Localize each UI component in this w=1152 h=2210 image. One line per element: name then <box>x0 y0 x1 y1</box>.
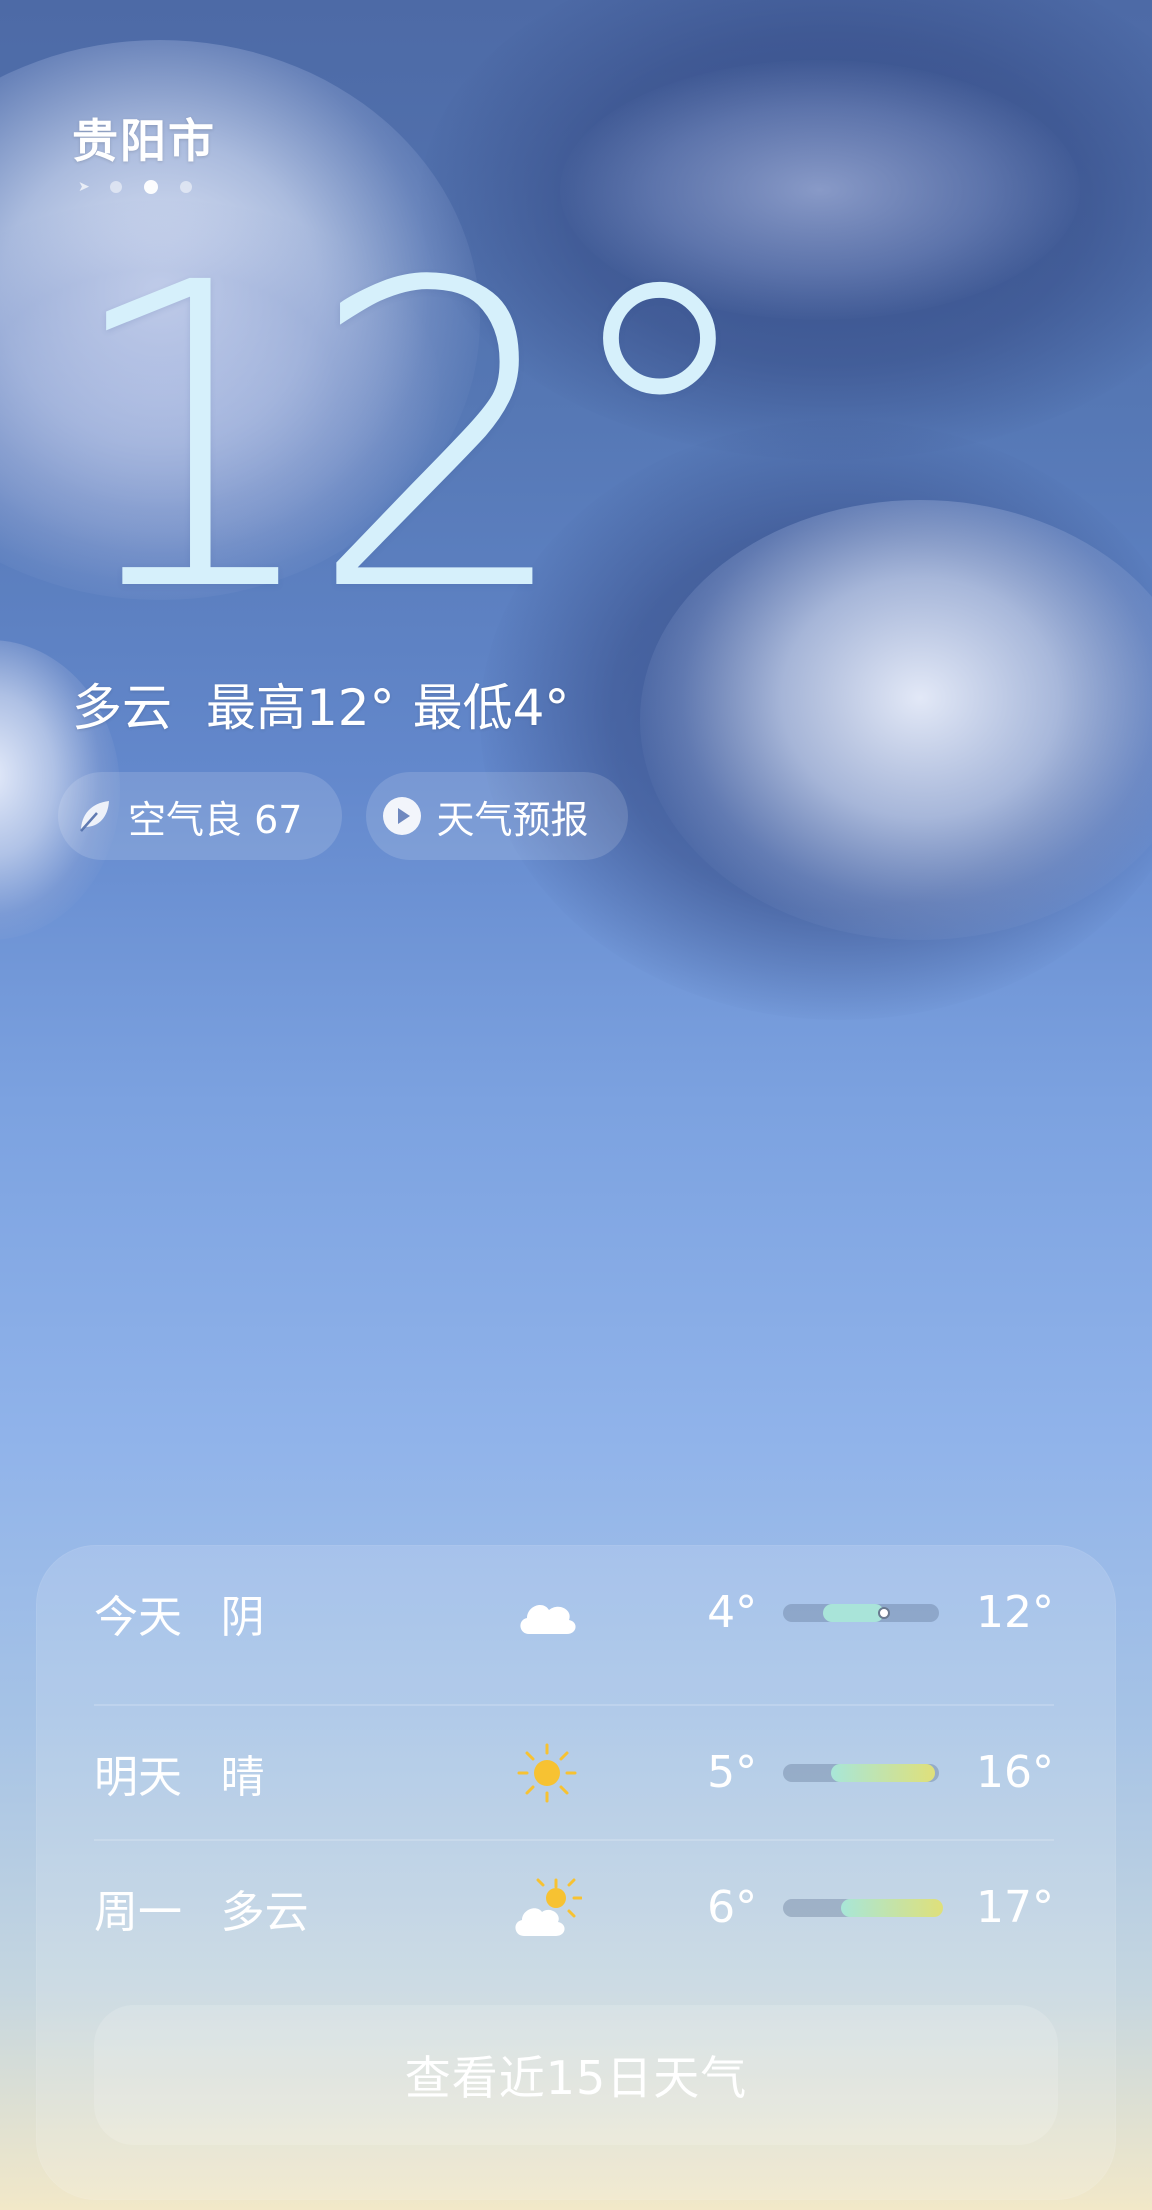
view-15-day-button[interactable]: 查看近15日天气 <box>94 2005 1058 2145</box>
temp-range-bar <box>783 1603 940 1622</box>
temperature-value: 12 <box>60 195 574 684</box>
temp-range-fill <box>823 1603 884 1622</box>
partly-cloudy-icon <box>464 1878 630 1938</box>
forecast-row[interactable]: 明天 晴 5° 16° <box>94 1705 1054 1840</box>
forecast-condition: 晴 <box>220 1751 265 1803</box>
pager-dot <box>110 181 122 193</box>
main-content: 贵阳市 ➤ 12° 多云 最高12° 最低4° 空气良 67 天气预报 今天 阴… <box>0 0 1152 2210</box>
temp-range-bar <box>783 1763 940 1782</box>
forecast-video-chip[interactable]: 天气预报 <box>366 772 629 860</box>
forecast-day: 周一 <box>94 1886 182 1938</box>
temp-range-bar <box>783 1898 944 1917</box>
city-name[interactable]: 贵阳市 <box>72 105 216 171</box>
forecast-condition: 多云 <box>220 1886 309 1938</box>
pager-dot-active <box>144 180 158 194</box>
cloud-icon <box>464 1590 630 1636</box>
low-temp: 最低4° <box>412 679 570 737</box>
forecast-video-label: 天气预报 <box>436 797 589 842</box>
weather-summary: 多云 最高12° 最低4° <box>72 668 569 740</box>
forecast-high: 16° <box>976 1747 1055 1798</box>
temp-range-fill <box>831 1763 936 1782</box>
high-temp: 最高12° <box>206 679 395 737</box>
air-quality-chip[interactable]: 空气良 67 <box>58 772 343 860</box>
current-temperature: 12° <box>60 230 764 650</box>
forecast-day: 明天 <box>94 1751 182 1803</box>
forecast-low: 4° <box>707 1587 758 1638</box>
forecast-low: 6° <box>707 1882 758 1933</box>
location-pager[interactable]: ➤ <box>78 180 192 194</box>
forecast-low: 5° <box>707 1747 758 1798</box>
forecast-condition: 阴 <box>220 1591 265 1643</box>
play-icon <box>382 796 422 836</box>
info-chips: 空气良 67 天气预报 <box>58 772 629 860</box>
forecast-high: 12° <box>976 1587 1055 1638</box>
current-temp-marker <box>877 1606 890 1619</box>
location-arrow-icon: ➤ <box>78 179 90 195</box>
air-quality-label: 空气良 67 <box>128 797 303 842</box>
current-condition: 多云 <box>72 679 172 737</box>
weather-screen: 贵阳市 ➤ 12° 多云 最高12° 最低4° 空气良 67 天气预报 今天 阴… <box>0 0 1152 2210</box>
forecast-day: 今天 <box>94 1591 182 1643</box>
forecast-row[interactable]: 今天 阴 4° 12° <box>94 1545 1054 1680</box>
degree-symbol: ° <box>554 195 764 684</box>
forecast-high: 17° <box>976 1882 1055 1933</box>
forecast-card: 今天 阴 4° 12° 明天 晴 5° 16° 周一 多云 6° 17° 查看近… <box>36 1545 1116 2200</box>
sun-icon <box>464 1741 630 1805</box>
temp-range-fill <box>840 1898 944 1917</box>
pager-dot <box>180 181 192 193</box>
leaf-icon <box>74 796 114 836</box>
forecast-row[interactable]: 周一 多云 6° 17° <box>94 1840 1054 1975</box>
high-low: 最高12° 最低4° <box>206 668 569 740</box>
